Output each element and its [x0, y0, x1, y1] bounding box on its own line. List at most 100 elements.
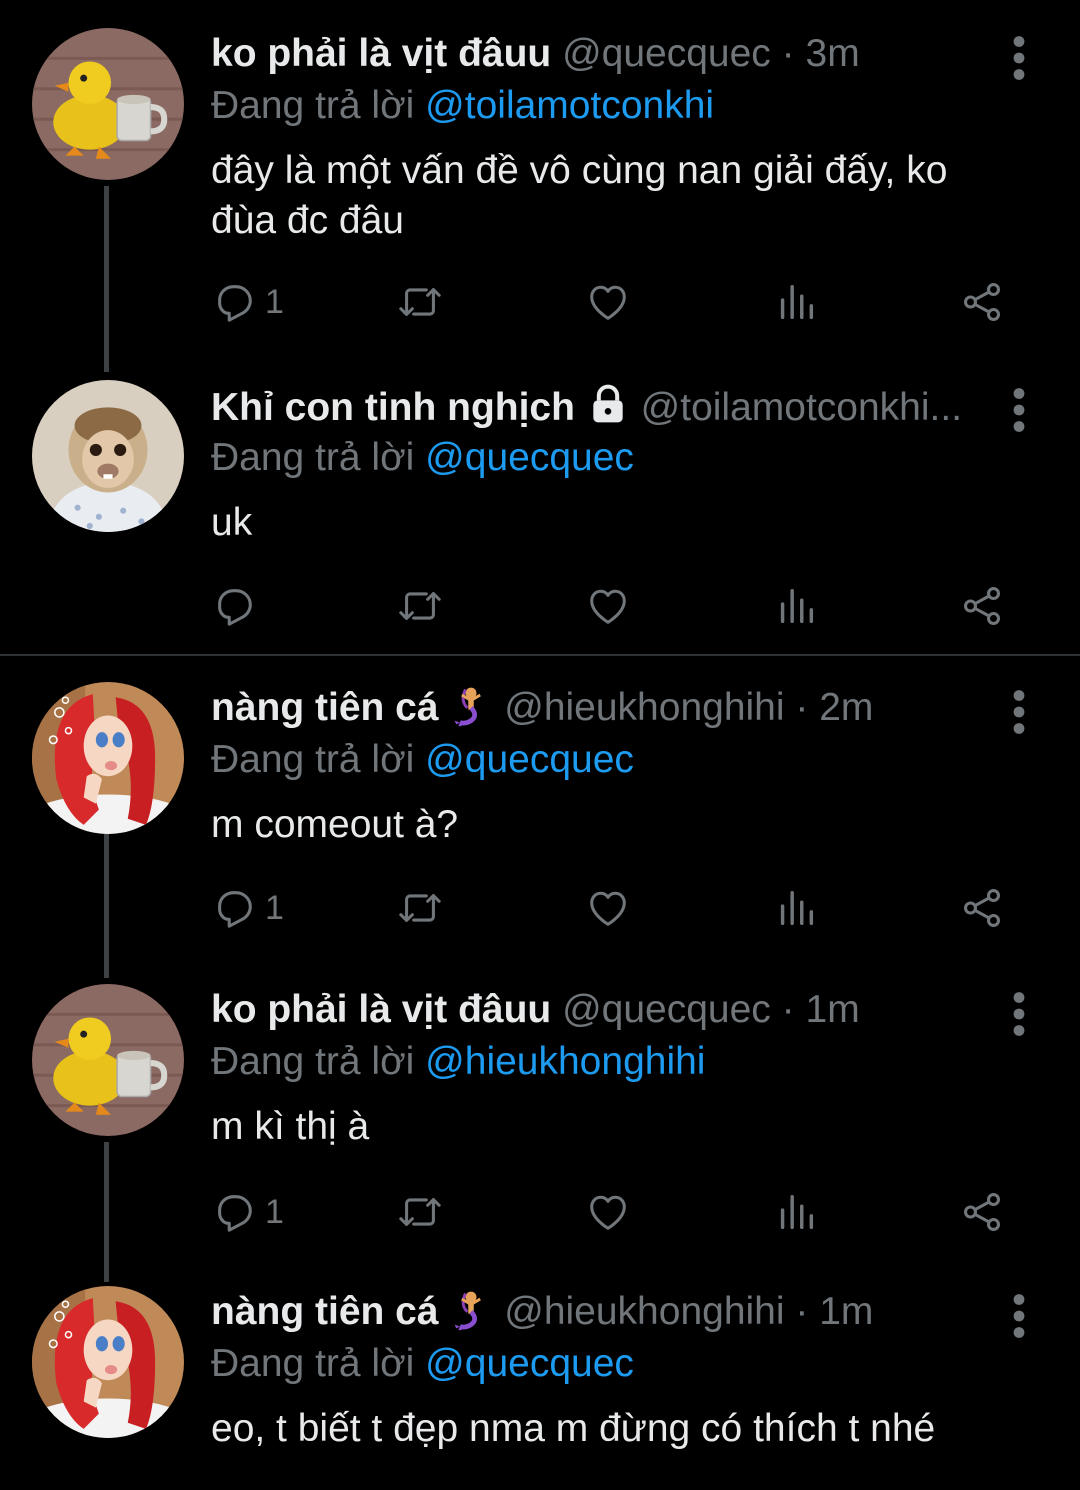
tweet[interactable]: Khỉ con tinh nghịch @toilamotconkhi... Đ… [0, 352, 1080, 652]
reply-mention[interactable]: @hieukhonghihi [425, 1040, 705, 1083]
reply-icon [211, 885, 257, 931]
like-button[interactable] [585, 880, 631, 936]
display-name[interactable]: ko phải là vịt đâuu [211, 988, 551, 1031]
retweet-button[interactable] [397, 880, 443, 936]
avatar[interactable] [32, 380, 184, 532]
reply-button[interactable]: 1 [211, 1184, 284, 1240]
retweet-icon [397, 885, 443, 931]
more-icon[interactable] [1004, 1292, 1034, 1340]
reply-context: Đang trả lời @hieukhonghihi [211, 1038, 705, 1086]
like-button[interactable] [585, 1184, 631, 1240]
action-bar: 1 [211, 1184, 1011, 1240]
tweet-text: đây là một vấn đề vô cùng nan giải đấy, … [211, 149, 948, 242]
user-handle[interactable]: @hieukhonghihi [504, 1290, 784, 1333]
views-icon [773, 885, 819, 931]
reply-mention[interactable]: @toilamotconkhi [425, 84, 714, 127]
tweet-text: m comeout à? [211, 803, 459, 846]
retweet-button[interactable] [397, 578, 443, 634]
reply-mention[interactable]: @quecquec [425, 738, 634, 781]
user-handle[interactable]: @toilamotconkhi... [641, 386, 962, 429]
like-icon [585, 279, 631, 325]
avatar[interactable] [32, 984, 184, 1136]
timestamp[interactable]: 2m [819, 686, 873, 729]
retweet-button[interactable] [397, 1184, 443, 1240]
retweet-icon [397, 583, 443, 629]
tweet[interactable]: nàng tiên cá @hieukhonghihi · 1m Đang tr… [0, 1258, 1080, 1490]
tweet[interactable]: nàng tiên cá @hieukhonghihi · 2m Đang tr… [0, 654, 1080, 974]
views-icon [773, 1189, 819, 1235]
separator-dot: · [795, 1290, 809, 1333]
like-button[interactable] [585, 578, 631, 634]
reply-prefix: Đang trả lời [211, 1040, 415, 1083]
share-button[interactable] [959, 880, 1005, 936]
tweet-text: uk [211, 501, 253, 544]
reply-mention[interactable]: @quecquec [425, 436, 634, 479]
share-icon [959, 279, 1005, 325]
like-icon [585, 583, 631, 629]
monkey-avatar [32, 380, 184, 532]
share-icon [959, 1189, 1005, 1235]
like-icon [585, 1189, 631, 1235]
action-bar: 1 [211, 880, 1011, 936]
views-button[interactable] [773, 274, 819, 330]
user-handle[interactable]: @hieukhonghihi [504, 686, 784, 729]
more-icon[interactable] [1004, 990, 1034, 1038]
reply-count: 1 [265, 1192, 284, 1231]
reply-button[interactable]: 1 [211, 880, 284, 936]
retweet-button[interactable] [397, 274, 443, 330]
retweet-icon [397, 279, 443, 325]
user-handle[interactable]: @quecquec [562, 988, 771, 1031]
timestamp[interactable]: 1m [806, 988, 860, 1031]
like-icon [585, 885, 631, 931]
reply-context: Đang trả lời @quecquec [211, 1340, 634, 1388]
share-button[interactable] [959, 578, 1005, 634]
like-button[interactable] [585, 274, 631, 330]
duck-avatar [32, 984, 184, 1136]
display-name[interactable]: nàng tiên cá [211, 1290, 439, 1333]
tweet[interactable]: ko phải là vịt đâuu @quecquec · 3m Đang … [0, 0, 1080, 360]
reply-prefix: Đang trả lời [211, 738, 415, 781]
reply-button[interactable]: 1 [211, 274, 284, 330]
mermaid-emoji [449, 684, 493, 728]
display-name[interactable]: ko phải là vịt đâuu [211, 32, 551, 75]
retweet-icon [397, 1189, 443, 1235]
timestamp[interactable]: 1m [819, 1290, 873, 1333]
views-button[interactable] [773, 880, 819, 936]
reply-count: 1 [265, 888, 284, 927]
reply-context: Đang trả lời @quecquec [211, 736, 634, 784]
mermaid-avatar [32, 1286, 184, 1438]
views-icon [773, 279, 819, 325]
views-button[interactable] [773, 1184, 819, 1240]
reply-button[interactable] [211, 578, 265, 634]
avatar[interactable] [32, 1286, 184, 1438]
reply-context: Đang trả lời @quecquec [211, 434, 634, 482]
reply-count: 1 [265, 282, 284, 321]
separator-dot: · [795, 686, 809, 729]
display-name[interactable]: Khỉ con tinh nghịch [211, 386, 575, 429]
views-button[interactable] [773, 578, 819, 634]
duck-avatar [32, 28, 184, 180]
more-icon[interactable] [1004, 34, 1034, 82]
share-button[interactable] [959, 274, 1005, 330]
views-icon [773, 583, 819, 629]
reply-prefix: Đang trả lời [211, 436, 415, 479]
reply-icon [211, 1189, 257, 1235]
separator-dot: · [781, 32, 795, 75]
action-bar [211, 578, 1011, 634]
display-name[interactable]: nàng tiên cá [211, 686, 439, 729]
tweet-text: m kì thị à [211, 1105, 370, 1148]
tweet[interactable]: ko phải là vịt đâuu @quecquec · 1m Đang … [0, 956, 1080, 1276]
share-button[interactable] [959, 1184, 1005, 1240]
avatar[interactable] [32, 682, 184, 834]
reply-context: Đang trả lời @toilamotconkhi [211, 82, 714, 130]
reply-mention[interactable]: @quecquec [425, 1342, 634, 1385]
more-icon[interactable] [1004, 386, 1034, 434]
user-handle[interactable]: @quecquec [562, 32, 771, 75]
reply-prefix: Đang trả lời [211, 84, 415, 127]
more-icon[interactable] [1004, 688, 1034, 736]
timestamp[interactable]: 3m [806, 32, 860, 75]
share-icon [959, 885, 1005, 931]
reply-prefix: Đang trả lời [211, 1342, 415, 1385]
separator-dot: · [781, 988, 795, 1031]
avatar[interactable] [32, 28, 184, 180]
